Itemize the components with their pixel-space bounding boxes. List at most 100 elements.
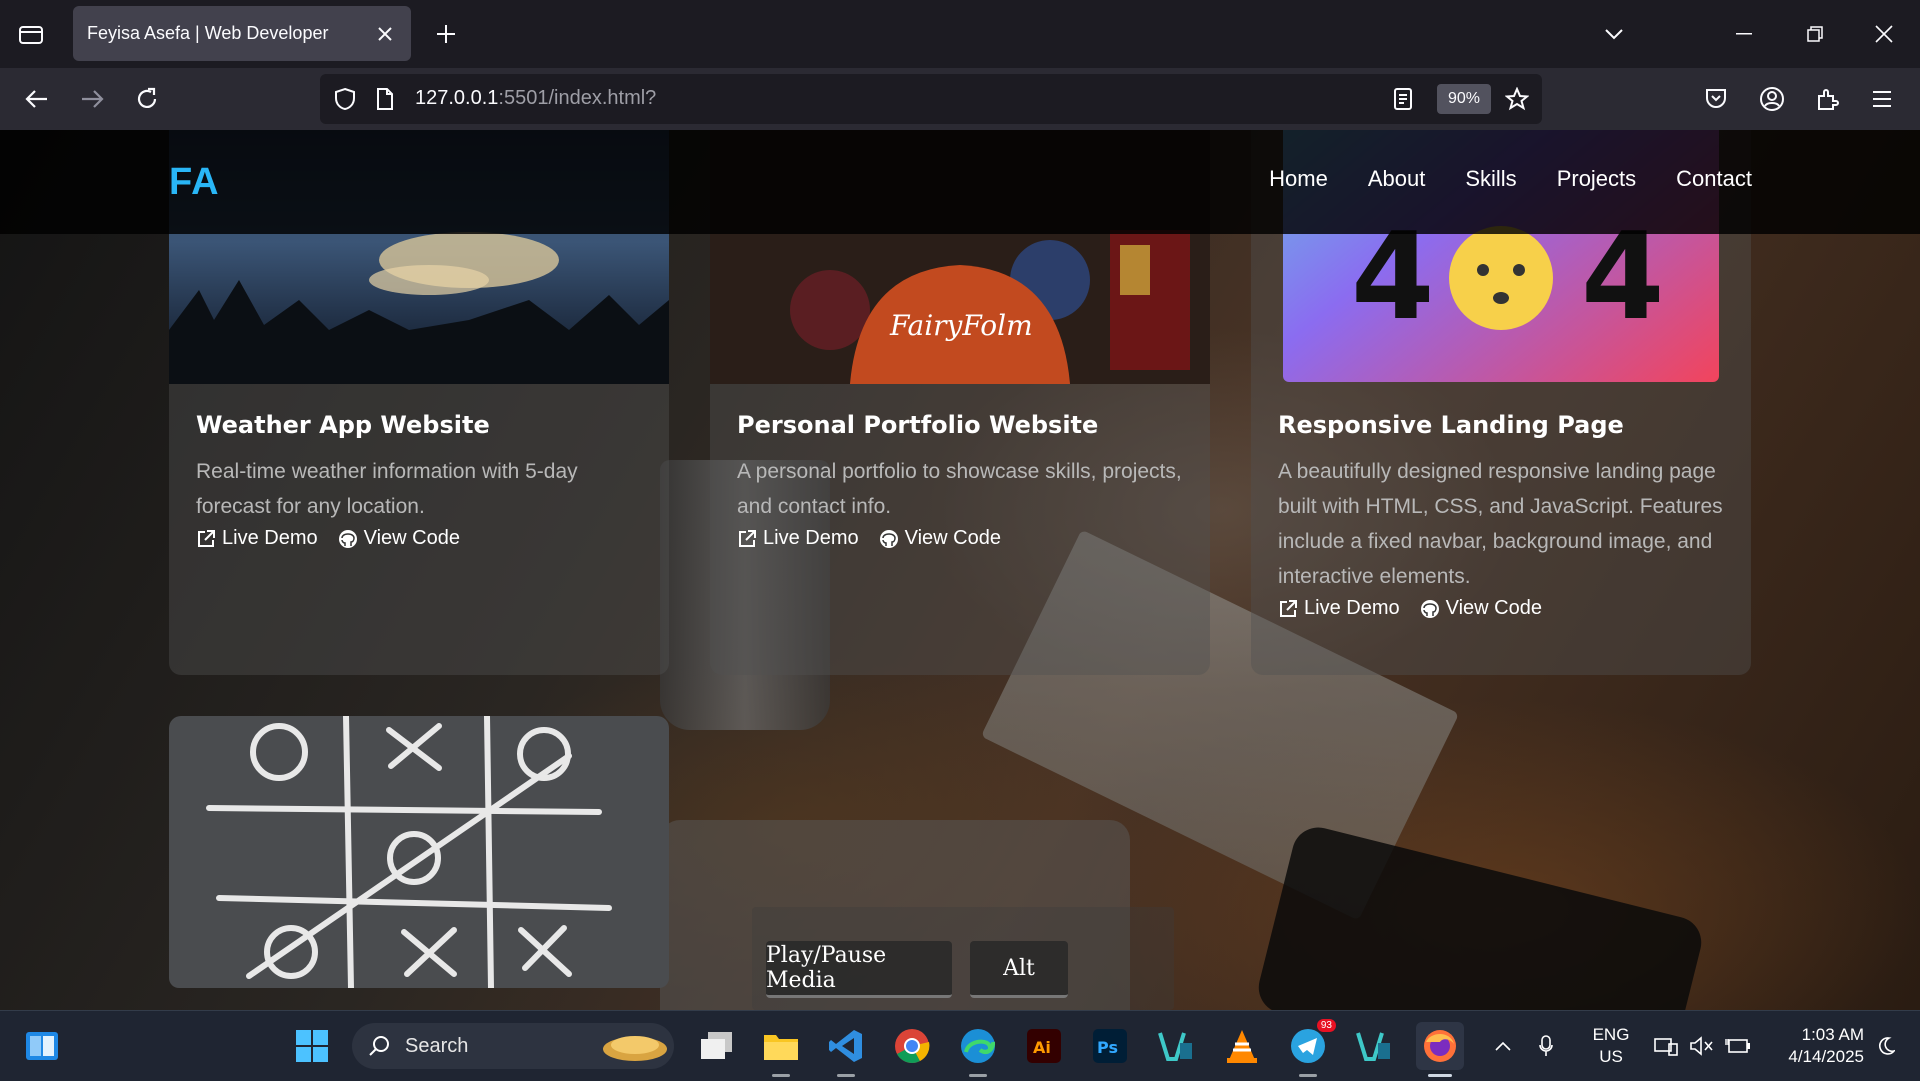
search-label: Search — [405, 1035, 469, 1057]
start-windows-icon[interactable] — [288, 1022, 336, 1070]
vlc-icon[interactable] — [1218, 1022, 1266, 1070]
notification-badge: 93 — [1316, 1019, 1336, 1032]
list-all-tabs-icon[interactable] — [1592, 12, 1636, 56]
microphone-icon[interactable] — [1530, 1022, 1562, 1070]
reader-view-icon[interactable] — [1382, 78, 1424, 120]
firefox-icon[interactable] — [1416, 1022, 1464, 1077]
taskbar-search-box[interactable]: Search — [352, 1023, 674, 1069]
volume-muted-icon[interactable] — [1686, 1022, 1718, 1070]
app-v-icon[interactable] — [1152, 1022, 1200, 1070]
network-icon[interactable] — [1650, 1022, 1682, 1070]
view-code-link[interactable]: View Code — [879, 527, 1001, 550]
svg-text:Ps: Ps — [1097, 1038, 1118, 1057]
show-hidden-icons-chevron-icon[interactable] — [1487, 1022, 1519, 1070]
svg-text:FairyFolm: FairyFolm — [889, 309, 1033, 342]
github-icon — [879, 529, 898, 548]
browser-tab-active[interactable]: Feyisa Asefa | Web Developer — [73, 6, 411, 61]
extensions-icon[interactable] — [1806, 78, 1848, 120]
nav-link-about[interactable]: About — [1368, 166, 1426, 192]
pocket-icon[interactable] — [1695, 78, 1737, 120]
external-link-icon — [739, 529, 756, 547]
tab-title: Feyisa Asefa | Web Developer — [87, 23, 329, 43]
tab-list-icon[interactable] — [0, 0, 62, 68]
task-view-icon[interactable] — [692, 1022, 740, 1070]
project-title: Responsive Landing Page — [1278, 411, 1624, 439]
live-demo-label: Live Demo — [1304, 597, 1400, 619]
restore-icon[interactable] — [1793, 12, 1837, 56]
view-code-label: View Code — [1445, 597, 1542, 619]
app-v-second-icon[interactable] — [1350, 1022, 1398, 1070]
new-tab-icon[interactable] — [428, 16, 464, 52]
chrome-icon[interactable] — [888, 1022, 936, 1070]
site-nav: Home About Skills Projects Contact — [1269, 166, 1752, 192]
github-icon — [338, 529, 357, 548]
minimize-icon[interactable] — [1722, 12, 1766, 56]
photoshop-icon[interactable]: Ps — [1086, 1022, 1134, 1070]
bookmark-star-icon[interactable] — [1496, 78, 1538, 120]
project-description: A personal portfolio to showcase skills,… — [737, 460, 1182, 518]
project-links: Live Demo View Code — [737, 527, 1001, 550]
project-links: Live Demo View Code — [196, 527, 460, 550]
nav-link-projects[interactable]: Projects — [1557, 166, 1636, 192]
external-link-icon — [1280, 599, 1297, 617]
zoom-level-badge[interactable]: 90% — [1437, 84, 1491, 114]
view-code-label: View Code — [363, 527, 460, 549]
tictactoe-project-image — [169, 716, 669, 988]
widgets-icon[interactable] — [18, 1022, 66, 1070]
clock-time: 1:03 AM — [1801, 1025, 1864, 1044]
live-demo-link[interactable]: Live Demo — [737, 527, 859, 550]
close-window-icon[interactable] — [1862, 12, 1906, 56]
search-highlight-icon — [603, 1036, 667, 1061]
running-indicator — [772, 1074, 790, 1077]
live-demo-link[interactable]: Live Demo — [196, 527, 318, 550]
nav-link-skills[interactable]: Skills — [1465, 166, 1516, 192]
url-text[interactable]: 127.0.0.1:5501/index.html? — [415, 87, 656, 110]
focus-moon-icon[interactable] — [1870, 1022, 1902, 1070]
vscode-icon[interactable] — [822, 1022, 870, 1077]
view-code-label: View Code — [904, 527, 1001, 549]
reload-icon[interactable] — [126, 78, 168, 120]
live-demo-label: Live Demo — [763, 527, 859, 549]
browser-toolbar: 127.0.0.1:5501/index.html? 90% — [0, 68, 1920, 131]
nav-link-home[interactable]: Home — [1269, 166, 1328, 192]
back-icon[interactable] — [16, 78, 58, 120]
forward-icon[interactable] — [71, 78, 113, 120]
svg-text:Ai: Ai — [1033, 1038, 1051, 1057]
external-link-icon — [198, 529, 215, 547]
tab-close-icon[interactable] — [373, 22, 397, 46]
running-indicator — [1299, 1074, 1317, 1077]
project-description: Real-time weather information with 5-day… — [196, 460, 578, 518]
url-host: 127.0.0.1 — [415, 87, 499, 109]
language-indicator[interactable]: ENG US — [1584, 1024, 1638, 1068]
illustrator-icon[interactable]: Ai — [1020, 1022, 1068, 1070]
address-bar[interactable]: 127.0.0.1:5501/index.html? 90% — [320, 74, 1542, 124]
search-icon — [369, 1036, 389, 1056]
nav-link-contact[interactable]: Contact — [1676, 166, 1752, 192]
account-icon[interactable] — [1751, 78, 1793, 120]
web-page: FA Home About Skills Projects Contact We… — [0, 130, 1920, 1010]
menu-hamburger-icon[interactable] — [1861, 78, 1903, 120]
background-phone — [1253, 822, 1707, 1010]
site-logo[interactable]: FA — [169, 161, 220, 204]
windows-taskbar: Search Ai Ps 93 ENG US 1:03 AM 4/14/2025 — [0, 1010, 1920, 1081]
keypress-overlay: Play/Pause Media Alt — [752, 907, 1174, 1010]
running-indicator — [969, 1074, 987, 1077]
live-demo-link[interactable]: Live Demo — [1278, 597, 1400, 620]
telegram-icon[interactable]: 93 — [1284, 1019, 1336, 1077]
running-indicator — [1428, 1074, 1452, 1077]
project-links: Live Demo View Code — [1278, 597, 1542, 620]
view-code-link[interactable]: View Code — [1420, 597, 1542, 620]
tracking-protection-shield-icon[interactable] — [324, 78, 366, 120]
file-explorer-icon[interactable] — [757, 1022, 805, 1077]
project-title: Personal Portfolio Website — [737, 411, 1099, 439]
key-alt: Alt — [970, 941, 1068, 998]
clock-date: 4/14/2025 — [1788, 1047, 1864, 1066]
language-code: ENG — [1592, 1025, 1630, 1044]
clock[interactable]: 1:03 AM 4/14/2025 — [1768, 1024, 1864, 1068]
view-code-link[interactable]: View Code — [338, 527, 460, 550]
page-info-icon[interactable] — [364, 78, 406, 120]
battery-icon[interactable] — [1722, 1022, 1754, 1070]
github-icon — [1420, 599, 1439, 618]
live-demo-label: Live Demo — [222, 527, 318, 549]
edge-icon[interactable] — [954, 1022, 1002, 1077]
